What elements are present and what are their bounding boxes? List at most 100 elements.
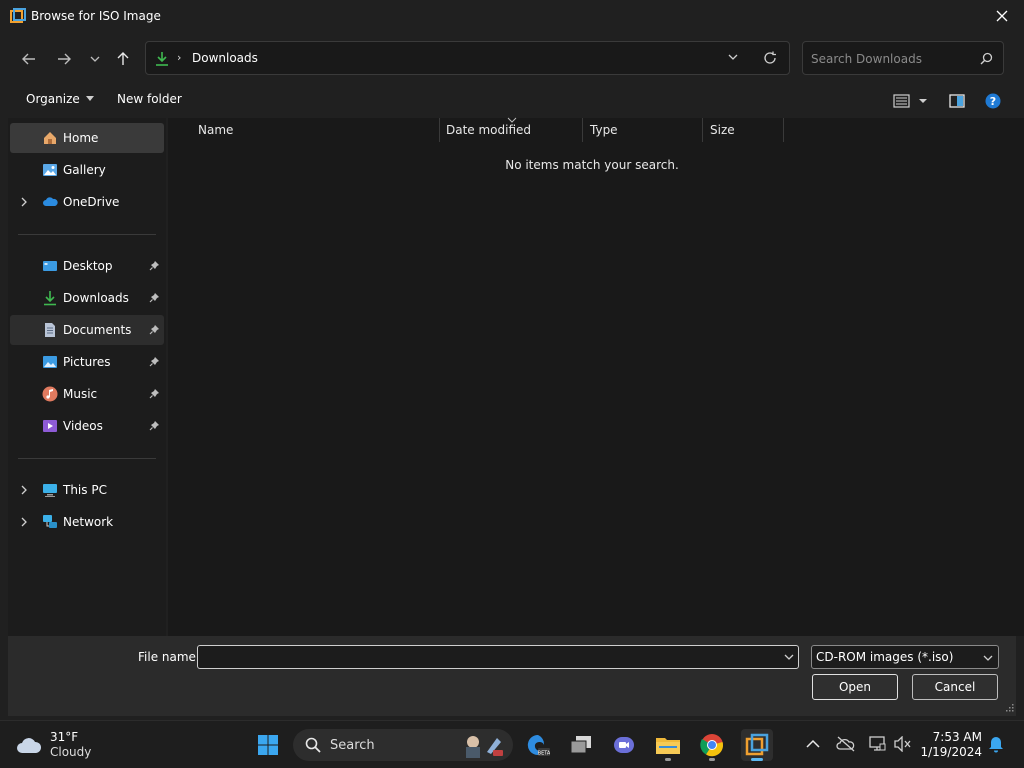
search-icon bbox=[305, 737, 321, 753]
pin-icon[interactable] bbox=[149, 388, 160, 399]
taskbar-teams[interactable] bbox=[608, 729, 640, 761]
chevron-right-icon[interactable] bbox=[20, 197, 28, 207]
column-header-type[interactable]: Type bbox=[583, 118, 703, 142]
running-indicator bbox=[709, 758, 715, 761]
sidebar-item-label: Music bbox=[63, 387, 98, 401]
sidebar-item-gallery[interactable]: Gallery bbox=[10, 155, 164, 185]
volume-muted-icon[interactable] bbox=[894, 736, 912, 752]
address-bar[interactable]: › Downloads bbox=[145, 41, 790, 75]
back-button[interactable] bbox=[18, 48, 40, 70]
weather-temperature: 31°F bbox=[50, 730, 79, 744]
sidebar-item-label: Downloads bbox=[63, 291, 129, 305]
breadcrumb-downloads[interactable]: Downloads bbox=[192, 51, 258, 65]
svg-text:BETA: BETA bbox=[538, 751, 550, 757]
preview-pane-button[interactable] bbox=[949, 93, 965, 112]
sidebar-item-label: Gallery bbox=[63, 163, 106, 177]
sidebar-item-documents[interactable]: Documents bbox=[10, 315, 164, 345]
help-button[interactable]: ? bbox=[985, 93, 1001, 112]
display-icon[interactable] bbox=[868, 735, 886, 753]
sidebar-item-label: Documents bbox=[63, 323, 132, 337]
documents-icon bbox=[45, 323, 55, 337]
onedrive-offline-icon[interactable] bbox=[836, 736, 856, 752]
sidebar-item-onedrive[interactable]: OneDrive bbox=[10, 187, 164, 217]
sidebar-item-videos[interactable]: Videos bbox=[10, 411, 164, 441]
onedrive-icon bbox=[43, 197, 58, 206]
chevron-right-icon[interactable] bbox=[20, 485, 28, 495]
up-button[interactable] bbox=[112, 48, 134, 70]
chrome-icon bbox=[700, 734, 724, 757]
new-folder-button[interactable]: New folder bbox=[117, 92, 182, 106]
cancel-button[interactable]: Cancel bbox=[912, 674, 998, 700]
command-toolbar: Organize New folder ? bbox=[0, 86, 1024, 116]
start-button[interactable] bbox=[252, 729, 284, 761]
list-view-icon bbox=[893, 94, 927, 108]
sidebar-item-label: Desktop bbox=[63, 259, 113, 273]
change-view-button[interactable] bbox=[893, 93, 933, 112]
chevron-down-icon[interactable] bbox=[784, 653, 794, 661]
vmware-app-icon bbox=[10, 8, 26, 23]
sidebar-divider bbox=[18, 458, 156, 459]
pin-icon[interactable] bbox=[149, 260, 160, 271]
music-icon bbox=[42, 386, 58, 402]
chevron-down-icon bbox=[983, 655, 993, 661]
browse-dialog: Browse for ISO Image › Downloads Search … bbox=[0, 0, 1024, 720]
edge-beta-icon: BETA bbox=[527, 734, 550, 757]
sidebar-item-downloads[interactable]: Downloads bbox=[10, 283, 164, 313]
refresh-icon[interactable] bbox=[763, 51, 777, 65]
pin-icon[interactable] bbox=[149, 324, 160, 335]
taskbar-task-view[interactable] bbox=[565, 729, 597, 761]
taskbar-chrome[interactable] bbox=[696, 729, 728, 761]
folder-icon bbox=[656, 738, 680, 754]
column-header-size[interactable]: Size bbox=[703, 118, 784, 142]
file-name-label: File name: bbox=[138, 650, 200, 664]
taskbar-file-explorer[interactable] bbox=[652, 729, 684, 761]
weather-condition: Cloudy bbox=[50, 745, 92, 759]
title-bar: Browse for ISO Image bbox=[0, 0, 1024, 32]
clock[interactable]: 7:53 AM 1/19/2024 bbox=[918, 730, 982, 760]
video-chat-icon bbox=[614, 737, 634, 753]
resize-grip-icon[interactable] bbox=[1006, 704, 1014, 712]
organize-button[interactable]: Organize bbox=[26, 92, 94, 106]
file-name-input[interactable] bbox=[202, 649, 772, 665]
svg-text:?: ? bbox=[990, 95, 996, 108]
pin-icon[interactable] bbox=[149, 420, 160, 431]
file-list[interactable]: Name Date modified Type Size No items ma… bbox=[168, 117, 1024, 636]
taskbar-search[interactable]: Search bbox=[293, 729, 513, 761]
chevron-right-icon[interactable] bbox=[20, 517, 28, 527]
address-dropdown-icon[interactable] bbox=[728, 52, 738, 62]
chevron-up-icon[interactable] bbox=[806, 739, 820, 749]
desktop-icon bbox=[43, 261, 57, 271]
sidebar-item-home[interactable]: Home bbox=[10, 123, 164, 153]
forward-button[interactable] bbox=[53, 48, 75, 70]
taskbar-edge-beta[interactable]: BETA bbox=[522, 729, 554, 761]
sidebar-item-pictures[interactable]: Pictures bbox=[10, 347, 164, 377]
pin-icon[interactable] bbox=[149, 292, 160, 303]
sidebar-item-desktop[interactable]: Desktop bbox=[10, 251, 164, 281]
search-highlight-icon bbox=[466, 736, 503, 758]
weather-widget[interactable]: 31°F Cloudy bbox=[16, 730, 91, 760]
pin-icon[interactable] bbox=[149, 356, 160, 367]
search-box[interactable] bbox=[802, 41, 1004, 75]
column-header-name[interactable]: Name bbox=[191, 118, 440, 142]
arrow-left-icon bbox=[22, 53, 35, 65]
recent-locations-button[interactable] bbox=[84, 48, 106, 70]
running-indicator bbox=[665, 758, 671, 761]
taskbar: 31°F Cloudy Search BETA 7:53 AM 1/19/202… bbox=[0, 720, 1024, 768]
taskbar-search-label: Search bbox=[330, 738, 375, 753]
sidebar-item-this-pc[interactable]: This PC bbox=[10, 475, 164, 505]
file-name-panel: File name: CD-ROM images (*.iso) Open Ca… bbox=[8, 636, 1016, 716]
chevron-down-icon bbox=[90, 56, 100, 62]
taskbar-vmware[interactable] bbox=[741, 729, 773, 761]
help-icon: ? bbox=[985, 93, 1001, 109]
network-icon bbox=[43, 515, 57, 528]
sidebar-item-network[interactable]: Network bbox=[10, 507, 164, 537]
search-input[interactable] bbox=[811, 50, 971, 68]
sidebar-item-music[interactable]: Music bbox=[10, 379, 164, 409]
open-button[interactable]: Open bbox=[812, 674, 898, 700]
file-type-select[interactable]: CD-ROM images (*.iso) bbox=[811, 645, 999, 669]
close-button[interactable] bbox=[992, 6, 1012, 26]
empty-message: No items match your search. bbox=[505, 158, 679, 172]
downloads-icon bbox=[44, 291, 56, 306]
file-name-combobox[interactable] bbox=[197, 645, 799, 669]
notification-bell-icon[interactable] bbox=[988, 735, 1004, 753]
